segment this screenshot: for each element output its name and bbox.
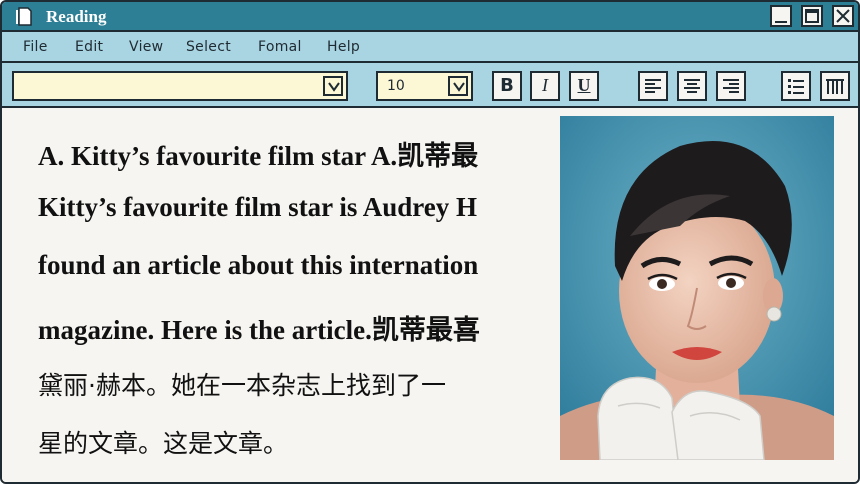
maximize-icon bbox=[805, 9, 819, 23]
size-dropdown-button[interactable] bbox=[448, 76, 468, 96]
window-title: Reading bbox=[46, 7, 107, 26]
minimize-button[interactable] bbox=[770, 5, 792, 27]
italic-icon: I bbox=[542, 75, 548, 95]
text-line-2: Kitty’s favourite film star is Audrey H bbox=[38, 192, 477, 222]
portrait-image bbox=[560, 116, 834, 460]
close-button[interactable] bbox=[832, 5, 854, 27]
font-size-select[interactable]: 10 bbox=[376, 71, 473, 101]
close-icon bbox=[836, 9, 850, 23]
text-line-3: found an article about this internation bbox=[38, 250, 479, 280]
underline-button[interactable]: U bbox=[569, 71, 599, 101]
menu-select[interactable]: Select bbox=[186, 39, 231, 55]
bold-button[interactable]: B bbox=[492, 71, 522, 101]
menu-bar: File Edit View Select Fomal Help bbox=[2, 32, 858, 63]
dropdown-arrow-icon bbox=[453, 82, 465, 92]
text-line-5: 黛丽·赫本。她在一本杂志上找到了一 bbox=[38, 371, 446, 400]
menu-edit[interactable]: Edit bbox=[75, 39, 103, 55]
document-content[interactable]: A. Kitty’s favourite film star A.凯蒂最 Kit… bbox=[2, 110, 858, 482]
font-family-select[interactable] bbox=[12, 71, 348, 101]
portrait-photo bbox=[560, 116, 834, 460]
italic-button[interactable]: I bbox=[530, 71, 560, 101]
columns-icon bbox=[826, 79, 844, 94]
menu-fomal[interactable]: Fomal bbox=[258, 39, 302, 55]
align-right-button[interactable] bbox=[716, 71, 746, 101]
align-center-button[interactable] bbox=[677, 71, 707, 101]
underline-icon: U bbox=[577, 75, 591, 95]
columns-button[interactable] bbox=[820, 71, 850, 101]
bold-icon: B bbox=[500, 75, 514, 96]
text-line-4: magazine. Here is the article.凯蒂最喜 bbox=[38, 315, 480, 345]
menu-view[interactable]: View bbox=[129, 39, 163, 55]
bullet-list-button[interactable] bbox=[781, 71, 811, 101]
reading-window: Reading File Edit View Select Fomal Help bbox=[0, 0, 860, 484]
maximize-button[interactable] bbox=[801, 5, 823, 27]
toolbar: 10 B I U bbox=[2, 63, 858, 108]
minimize-icon bbox=[775, 21, 787, 23]
text-line-1: A. Kitty’s favourite film star A.凯蒂最 bbox=[38, 141, 479, 171]
align-center-icon bbox=[684, 79, 700, 93]
align-left-button[interactable] bbox=[638, 71, 668, 101]
menu-help[interactable]: Help bbox=[327, 39, 360, 55]
menu-file[interactable]: File bbox=[23, 39, 48, 55]
text-line-6: 星的文章。这是文章。 bbox=[38, 429, 289, 458]
dropdown-arrow-icon bbox=[328, 82, 340, 92]
font-size-value: 10 bbox=[387, 78, 405, 94]
document-icon bbox=[16, 7, 32, 26]
font-dropdown-button[interactable] bbox=[323, 76, 343, 96]
title-bar[interactable]: Reading bbox=[2, 2, 858, 32]
align-left-icon bbox=[645, 79, 661, 93]
bullet-list-icon bbox=[788, 79, 804, 94]
align-right-icon bbox=[723, 79, 739, 93]
